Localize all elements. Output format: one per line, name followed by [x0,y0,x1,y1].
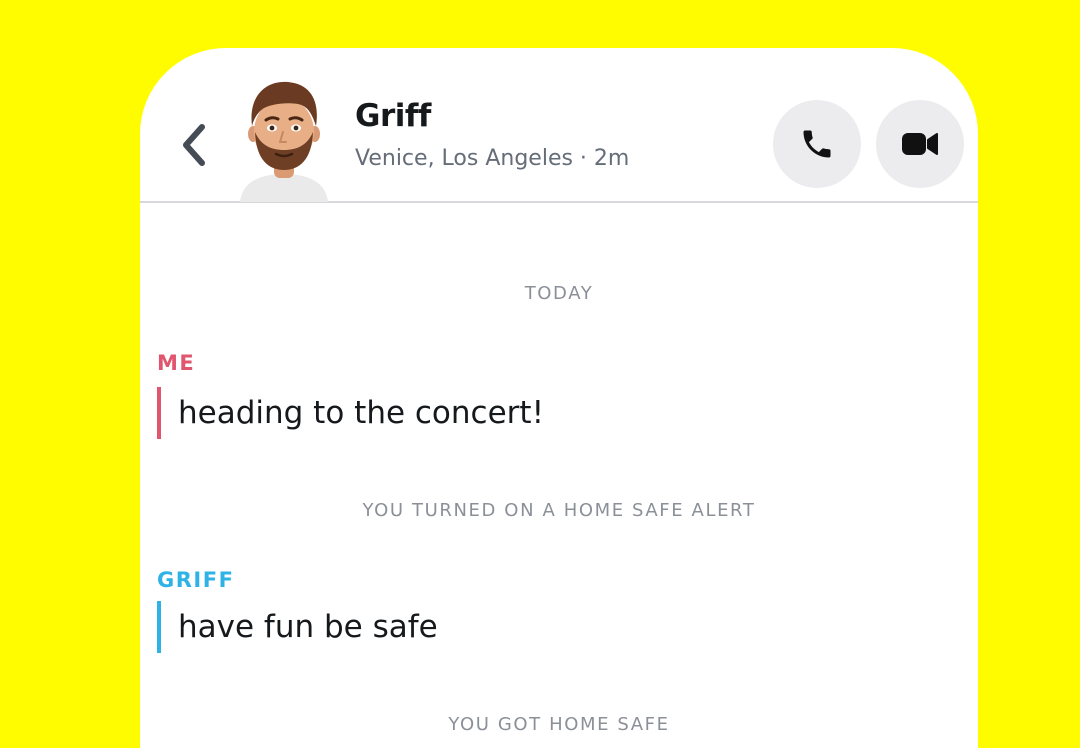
phone-icon [803,130,831,158]
chat-header: Griff Venice, Los Angeles · 2m [140,48,978,203]
contact-name[interactable]: Griff [355,98,431,134]
message-sender-griff: GRIFF [157,568,235,592]
chat-screen: Griff Venice, Los Angeles · 2m TODAY ME … [140,48,978,748]
avatar[interactable] [236,74,332,202]
message-griff[interactable]: have fun be safe [157,601,438,653]
back-button[interactable] [174,120,214,170]
chat-thread[interactable]: TODAY ME heading to the concert! YOU TUR… [140,203,978,748]
video-call-button[interactable] [876,100,964,188]
contact-location: Venice, Los Angeles · 2m [355,146,630,171]
home-safe-notice: YOU GOT HOME SAFE [448,714,670,735]
message-sender-me: ME [157,351,196,375]
day-separator: TODAY [524,283,594,304]
home-safe-alert-notice: YOU TURNED ON A HOME SAFE ALERT [362,500,756,521]
voice-call-button[interactable] [773,100,861,188]
chevron-left-icon [183,124,205,166]
message-me[interactable]: heading to the concert! [157,387,544,439]
video-camera-icon [902,133,938,155]
